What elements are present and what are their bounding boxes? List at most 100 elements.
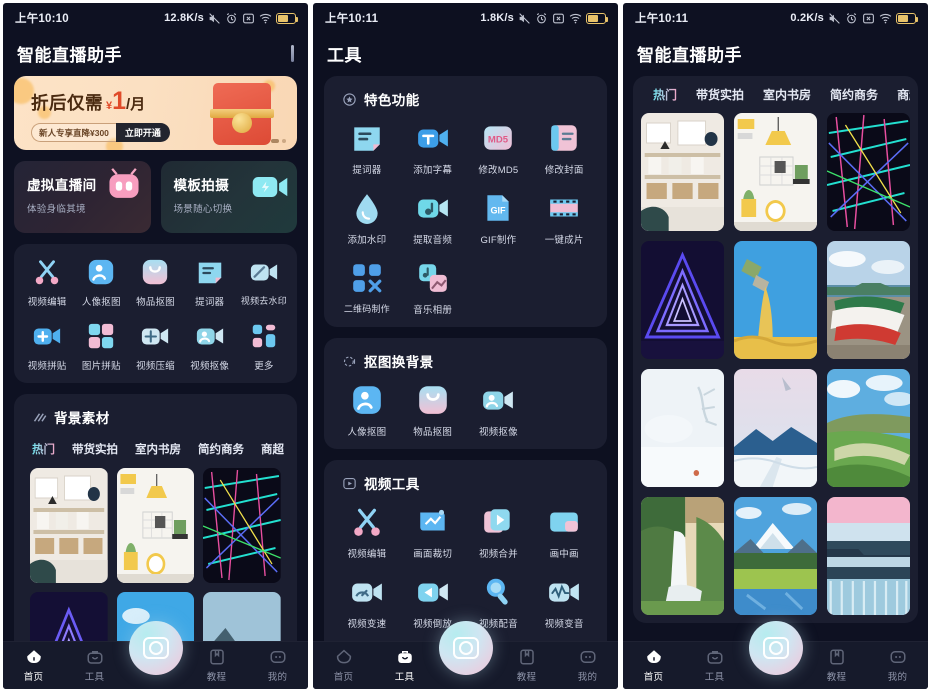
tool-video-matting[interactable]: 视频抠像 [183,321,237,372]
tool-crop[interactable]: 画面裁切 [400,505,466,560]
material-thumb[interactable] [116,468,195,583]
tool-video-collage[interactable]: 视频拼贴 [20,321,74,372]
nav-item-tutorial[interactable]: 教程 [806,648,867,683]
tab-simple-business[interactable]: 简约商务 [198,441,244,457]
tab-supermarket[interactable]: 商超 [897,86,910,103]
gallery-thumb[interactable] [641,497,724,615]
gallery-thumb[interactable] [827,497,910,615]
tool-teleprompter[interactable]: 提词器 [334,121,400,176]
tool-add-subtitle[interactable]: 添加字幕 [400,121,466,176]
tool-label: 添加水印 [347,235,387,246]
promo-banner[interactable]: 折后仅需 ¥ 1 /月 新人专享直降¥300 立即开通 [14,76,297,150]
tool-one-click-film[interactable]: 一键成片 [531,191,597,246]
nav-item-home[interactable]: 首页 [313,648,374,683]
tool-merge[interactable]: 视频合并 [466,505,532,560]
tool-more[interactable]: 更多 [237,321,291,372]
banner-pagination[interactable] [271,139,286,143]
tab-hot[interactable]: 热门 [653,86,677,103]
material-thumb[interactable] [30,468,108,583]
nav-label: 教程 [516,672,537,683]
nav-item-tools[interactable]: 工具 [684,648,745,683]
material-thumb[interactable] [30,592,108,646]
tool-modify-md5[interactable]: MD5 修改MD5 [466,121,532,176]
nav-item-tools[interactable]: 工具 [374,648,435,683]
scroll-indicator[interactable] [291,45,294,62]
teleprompter-icon [354,127,380,151]
tool-object-cutout[interactable]: 物品抠图 [400,383,466,438]
tool-label: 人像抠图 [347,427,387,438]
tool-portrait-cutout[interactable]: 人像抠图 [334,383,400,438]
gallery-thumb[interactable] [734,241,817,359]
book-icon [209,649,224,665]
camera-fab-button[interactable] [438,621,493,675]
promo-unit: /月 [126,96,146,113]
tab-simple-business[interactable]: 简约商务 [830,86,878,103]
tool-teleprompter[interactable]: 提词器 [183,257,237,308]
nav-item-profile[interactable]: 我的 [867,648,928,683]
nav-item-profile[interactable]: 我的 [557,648,618,683]
promo-tag: 新人专享直降¥300 [31,123,116,142]
tool-add-watermark[interactable]: 添加水印 [334,191,400,246]
tool-video-compress[interactable]: 视频压缩 [128,321,182,372]
tools-scroll-body[interactable]: 特色功能 提词器 添加字幕 MD5 修改MD5 修改封面 添加水印 提取音频 G… [313,76,618,646]
gallery-thumb[interactable] [641,241,724,359]
tool-video-edit[interactable]: 视频编辑 [334,505,400,560]
gallery-thumb[interactable] [641,369,724,487]
tool-gif-maker[interactable]: GIF GIF制作 [466,191,532,246]
tool-label: 修改MD5 [478,165,519,176]
app-badge-icon [243,13,254,23]
tool-extract-audio[interactable]: 提取音频 [400,191,466,246]
tool-qrcode-maker[interactable]: 二维码制作 [334,261,400,316]
tool-speed[interactable]: 视频变速 [334,575,400,630]
tool-pip[interactable]: 画中画 [531,505,597,560]
tool-video-edit[interactable]: 视频编辑 [20,257,74,308]
tool-object-cutout[interactable]: 物品抠图 [128,257,182,308]
tab-indoor-study[interactable]: 室内书房 [135,441,181,457]
nav-item-home[interactable]: 首页 [623,648,684,683]
materials-tabs[interactable]: 热门 带货实拍 室内书房 简约商务 商超 [24,439,287,468]
nav-item-profile[interactable]: 我的 [247,648,308,683]
page-title: 智能直播助手 [623,33,928,76]
tab-indoor-study[interactable]: 室内书房 [763,86,811,103]
tool-dub[interactable]: 视频配音 [466,575,532,630]
tool-voice-change[interactable]: 视频变音 [531,575,597,630]
tab-hot[interactable]: 热门 [32,441,55,457]
featured-grid: 提词器 添加字幕 MD5 修改MD5 修改封面 添加水印 提取音频 GIF GI… [334,121,597,316]
tab-live-sales[interactable]: 带货实拍 [72,441,118,457]
gallery-thumb[interactable] [734,369,817,487]
template-shoot-card[interactable]: 模板拍摄 场景随心切换 [160,161,297,233]
tool-video-matting[interactable]: 视频抠像 [466,383,532,438]
tool-music-album[interactable]: 音乐相册 [400,261,466,316]
home-scroll-body[interactable]: 折后仅需 ¥ 1 /月 新人专享直降¥300 立即开通 虚拟直播间 体验身临其境… [3,76,308,646]
nav-item-tools[interactable]: 工具 [64,648,125,683]
gallery-thumb[interactable] [734,497,817,615]
gallery-tabs[interactable]: 热门 带货实拍 室内书房 简约商务 商超 [641,76,910,113]
tool-portrait-cutout[interactable]: 人像抠图 [74,257,128,308]
camera-fab-button[interactable] [748,621,803,675]
gallery-thumb[interactable] [827,113,910,231]
gallery-scroll-body[interactable]: 热门 带货实拍 室内书房 简约商务 商超 [623,76,928,646]
subscribe-button[interactable]: 立即开通 [115,123,170,142]
more-icon [252,324,276,348]
nav-item-tutorial[interactable]: 教程 [496,648,557,683]
virtual-studio-card[interactable]: 虚拟直播间 体验身临其境 [14,161,151,233]
md5-icon: MD5 [484,126,513,150]
tool-label: 更多 [254,361,274,372]
camera-fab-button[interactable] [128,621,183,675]
camera-icon [142,637,169,659]
tool-remove-watermark[interactable]: 视频去水印 [237,257,291,308]
tool-modify-cover[interactable]: 修改封面 [531,121,597,176]
nav-item-tutorial[interactable]: 教程 [186,648,247,683]
gallery-thumb[interactable] [827,241,910,359]
tool-photo-collage[interactable]: 图片拼贴 [74,321,128,372]
teleprompter-icon [198,262,221,284]
gallery-thumb[interactable] [827,369,910,487]
gallery-thumb[interactable] [641,113,724,231]
status-time: 上午10:10 [15,13,69,25]
material-thumb[interactable] [203,468,281,583]
gallery-thumb[interactable] [734,113,817,231]
material-thumb[interactable] [203,592,281,646]
tab-live-sales[interactable]: 带货实拍 [696,86,744,103]
nav-item-home[interactable]: 首页 [3,648,64,683]
tab-supermarket[interactable]: 商超 [261,441,284,457]
